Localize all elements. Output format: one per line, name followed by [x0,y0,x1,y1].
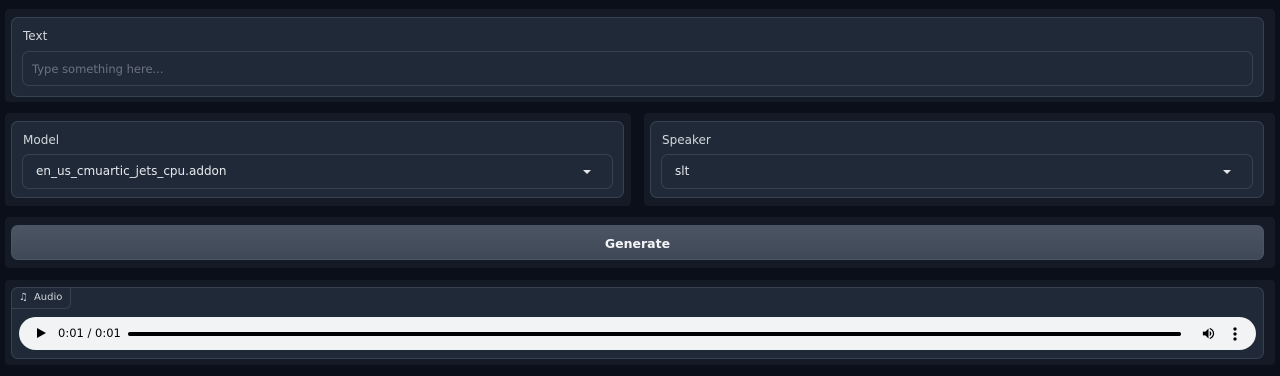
audio-row: ♫ Audio 0:01 / 0:01 [5,280,1275,365]
audio-tag: ♫ Audio [12,288,72,309]
music-note-icon: ♫ [19,292,28,303]
text-panel: Text [11,17,1264,97]
text-field-box [22,51,1253,86]
speaker-panel: Speaker slt [650,121,1264,198]
audio-player: 0:01 / 0:01 [19,317,1256,350]
model-panel: Model en_us_cmuartic_jets_cpu.addon [11,121,624,198]
volume-icon[interactable] [1201,326,1216,341]
model-speaker-row: Model en_us_cmuartic_jets_cpu.addon Spea… [5,113,1275,206]
model-label: Model [23,133,60,147]
audio-time: 0:01 / 0:01 [58,326,121,340]
text-input[interactable] [32,52,1243,85]
text-label: Text [23,29,48,43]
play-icon[interactable] [37,328,46,338]
model-column: Model en_us_cmuartic_jets_cpu.addon [5,113,631,206]
chevron-down-icon [583,170,591,174]
audio-tag-label: Audio [33,292,63,303]
chevron-down-icon [1223,170,1231,174]
speaker-column: Speaker slt [644,113,1275,206]
more-options-icon[interactable] [1233,327,1237,341]
speaker-selected-value: slt [675,164,690,178]
model-selected-value: en_us_cmuartic_jets_cpu.addon [36,164,227,178]
audio-progress-bar[interactable] [128,332,1181,336]
speaker-label: Speaker [662,133,711,147]
model-dropdown[interactable]: en_us_cmuartic_jets_cpu.addon [22,154,613,189]
text-row: Text [5,9,1275,102]
audio-panel: ♫ Audio 0:01 / 0:01 [11,287,1264,359]
generate-button[interactable]: Generate [11,225,1264,260]
speaker-dropdown[interactable]: slt [661,154,1253,189]
